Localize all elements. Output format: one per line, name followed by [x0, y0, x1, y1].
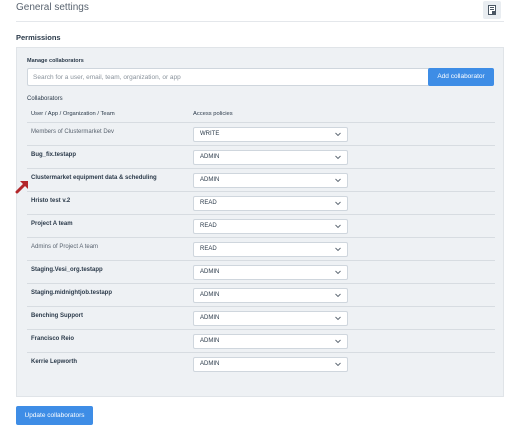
- access-policy-value: ADMIN: [200, 292, 220, 298]
- access-policy-value: READ: [200, 246, 217, 252]
- chevron-down-icon: [335, 362, 341, 367]
- access-policy-select[interactable]: WRITE: [193, 127, 348, 142]
- table-row: Clustermarket equipment data & schedulin…: [27, 168, 495, 191]
- permissions-panel: Manage collaborators Add collaborator Co…: [16, 47, 504, 397]
- access-policy-value: ADMIN: [200, 361, 220, 367]
- page-header: General settings: [0, 0, 512, 20]
- access-policy-select[interactable]: READ: [193, 196, 348, 211]
- access-policy-select[interactable]: ADMIN: [193, 150, 348, 165]
- table-row: Benching Support ADMIN: [27, 306, 495, 329]
- document-button[interactable]: [483, 1, 501, 19]
- collaborator-name: Kerrie Lepworth: [31, 359, 78, 365]
- table-row: Project A team READ: [27, 214, 495, 237]
- chevron-down-icon: [335, 316, 341, 321]
- access-policy-select[interactable]: ADMIN: [193, 173, 348, 188]
- column-header-user: User / App / Organization / Team: [31, 111, 115, 117]
- header-divider: [16, 21, 504, 22]
- chevron-down-icon: [335, 201, 341, 206]
- update-collaborators-button[interactable]: Update collaborators: [16, 406, 93, 425]
- red-arrow-icon: [15, 181, 28, 194]
- chevron-down-icon: [335, 339, 341, 344]
- access-policy-select[interactable]: ADMIN: [193, 334, 348, 349]
- table-row: Admins of Project A team READ: [27, 237, 495, 260]
- collaborator-name-main: Clustermarket Dev: [64, 129, 115, 135]
- collaborator-name: Staging.midnightjob.testapp: [31, 290, 112, 296]
- access-policy-select[interactable]: READ: [193, 219, 348, 234]
- column-header-access: Access policies: [193, 111, 233, 117]
- manage-collaborators-label: Manage collaborators: [27, 58, 84, 64]
- access-policy-select[interactable]: ADMIN: [193, 265, 348, 280]
- table-row: Kerrie Lepworth ADMIN: [27, 352, 495, 375]
- table-row: Staging.midnightjob.testapp ADMIN: [27, 283, 495, 306]
- collaborator-name: Clustermarket equipment data & schedulin…: [31, 175, 157, 181]
- collaborator-name-prefix: Members of: [31, 129, 65, 135]
- access-policy-value: ADMIN: [200, 269, 220, 275]
- table-row: Bug_fix.testapp ADMIN: [27, 145, 495, 168]
- collaborators-label: Collaborators: [27, 96, 63, 102]
- chevron-down-icon: [335, 224, 341, 229]
- collaborator-name: Hristo test v.2: [31, 198, 71, 204]
- chevron-down-icon: [335, 247, 341, 252]
- access-policy-select[interactable]: READ: [193, 242, 348, 257]
- collaborator-name: Members of Clustermarket Dev: [31, 129, 114, 135]
- chevron-down-icon: [335, 270, 341, 275]
- collaborator-name: Benching Support: [31, 313, 83, 319]
- section-title: Permissions: [16, 33, 61, 42]
- access-policy-value: ADMIN: [200, 154, 220, 160]
- access-policy-value: ADMIN: [200, 315, 220, 321]
- access-policy-select[interactable]: ADMIN: [193, 288, 348, 303]
- document-icon: [488, 5, 496, 15]
- access-policy-select[interactable]: ADMIN: [193, 357, 348, 372]
- access-policy-select[interactable]: ADMIN: [193, 311, 348, 326]
- table-row: Hristo test v.2 READ: [27, 191, 495, 214]
- collaborator-name: Project A team: [31, 221, 73, 227]
- access-policy-value: READ: [200, 200, 217, 206]
- collaborator-name: Admins of Project A team: [31, 244, 99, 250]
- access-policy-value: WRITE: [200, 131, 220, 137]
- collaborator-name: Bug_fix.testapp: [31, 152, 77, 158]
- access-policy-value: ADMIN: [200, 177, 220, 183]
- collaborators-table: Members of Clustermarket Dev WRITE Bug_f…: [27, 122, 495, 375]
- access-policy-value: ADMIN: [200, 338, 220, 344]
- search-input[interactable]: [27, 68, 431, 86]
- table-row: Members of Clustermarket Dev WRITE: [27, 122, 495, 145]
- chevron-down-icon: [335, 293, 341, 298]
- page-title: General settings: [16, 2, 89, 13]
- collaborator-name: Francisco Reio: [31, 336, 75, 342]
- table-row: Staging.Vesi_org.testapp ADMIN: [27, 260, 495, 283]
- chevron-down-icon: [335, 178, 341, 183]
- chevron-down-icon: [335, 132, 341, 137]
- add-collaborator-button[interactable]: Add collaborator: [428, 68, 494, 86]
- access-policy-value: READ: [200, 223, 217, 229]
- collaborator-name: Staging.Vesi_org.testapp: [31, 267, 103, 273]
- table-row: Francisco Reio ADMIN: [27, 329, 495, 352]
- chevron-down-icon: [335, 155, 341, 160]
